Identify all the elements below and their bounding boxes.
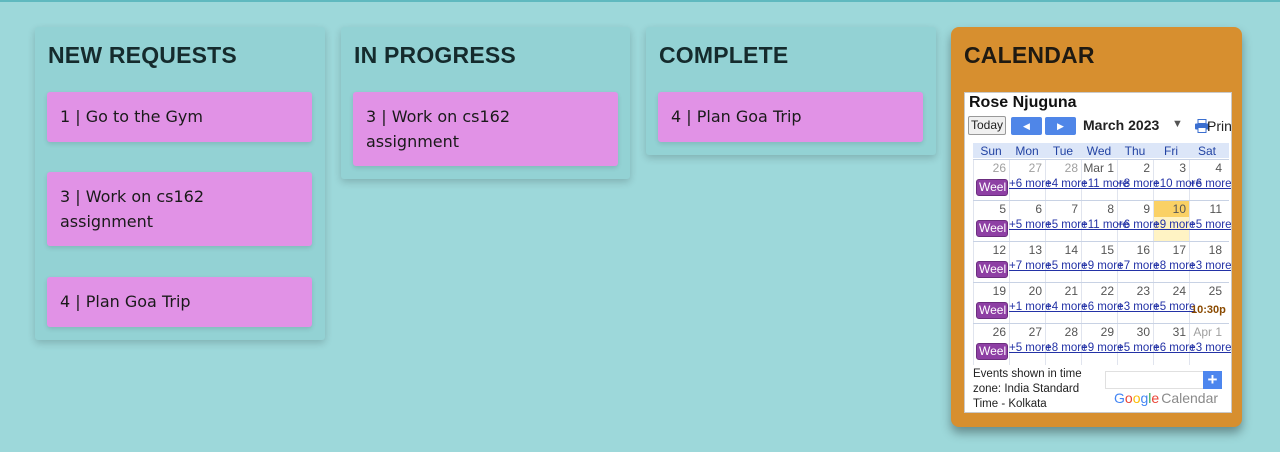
day-number: 14: [1064, 243, 1078, 257]
day-number: 8: [1107, 202, 1114, 216]
print-link[interactable]: Print: [1207, 118, 1231, 134]
weekday-label: Sun: [980, 144, 1002, 158]
top-accent-line: [0, 0, 1280, 2]
timezone-note: Events shown in time zone: India Standar…: [973, 368, 1082, 410]
day-number: 23: [1136, 284, 1150, 298]
week-event-chip[interactable]: Weel: [976, 343, 1008, 360]
calendar-panel: CALENDAR Rose Njuguna Today ◀ ▶ March 20…: [951, 27, 1242, 427]
day-number: 7: [1071, 202, 1078, 216]
google-calendar-logo[interactable]: Google Calendar: [1114, 390, 1218, 406]
week-row: 19 20 21 22 23 24 25 Weel +1 more +4 more +6 more +…: [973, 282, 1229, 324]
day-number: 5: [999, 202, 1006, 216]
week-event-chip[interactable]: Weel: [976, 179, 1008, 196]
day-number: 28: [1064, 161, 1078, 175]
wordmark-letter: o: [1124, 390, 1133, 406]
more-events-link[interactable]: +6 more: [1189, 178, 1231, 190]
day-number: Apr 1: [1193, 325, 1222, 339]
column-new-requests: NEW REQUESTS 1 | Go to the Gym 3 | Work …: [35, 27, 325, 340]
week-row: 26 27 28 29 30 31 Apr 1 Weel +5 more +8 more +9 mo…: [973, 323, 1231, 365]
task-card[interactable]: 1 | Go to the Gym: [47, 92, 312, 142]
day-number: Mar 1: [1083, 161, 1114, 175]
column-title: CALENDAR: [964, 42, 1095, 68]
day-number: 4: [1215, 161, 1222, 175]
day-number: 2: [1143, 161, 1150, 175]
more-events-link[interactable]: +3 more: [1189, 260, 1231, 272]
column-in-progress: IN PROGRESS 3 | Work on cs162 assignment: [341, 27, 630, 179]
day-number: 19: [992, 284, 1006, 298]
weekday-header: Sun Mon Tue Wed Thu Fri Sat: [973, 143, 1229, 158]
day-number: 16: [1136, 243, 1150, 257]
day-number: 27: [1028, 325, 1042, 339]
caret-down-icon[interactable]: ▼: [1172, 118, 1183, 130]
task-card[interactable]: 4 | Plan Goa Trip: [658, 92, 923, 142]
month-label: March 2023: [1083, 117, 1160, 133]
wordmark-letter: G: [1114, 390, 1125, 406]
triangle-right-icon: ▶: [1057, 121, 1064, 131]
day-number: 17: [1172, 243, 1186, 257]
weekday-label: Tue: [1052, 144, 1074, 158]
day-number: 22: [1100, 284, 1114, 298]
day-number: 11: [1209, 202, 1222, 216]
day-number: 21: [1064, 284, 1078, 298]
day-number: 18: [1208, 243, 1222, 257]
day-number: 25: [1208, 284, 1222, 298]
day-number: 3: [1179, 161, 1186, 175]
weekday-label: Thu: [1124, 144, 1146, 158]
day-number: 9: [1143, 202, 1150, 216]
task-card[interactable]: 4 | Plan Goa Trip: [47, 277, 312, 327]
week-row: 26 27 28 Mar 1 2 3 4 Weel +6 more +4 more +11 more…: [973, 159, 1231, 201]
weekday-label: Wed: [1086, 144, 1112, 158]
weekday-label: Sat: [1197, 144, 1216, 158]
triangle-left-icon: ◀: [1023, 121, 1030, 131]
day-number: 29: [1100, 325, 1114, 339]
week-row: 5 6 7 8 9 10 11 Weel +5 more +5 more +11 more +6 mo…: [973, 200, 1231, 242]
google-wordmark: Google: [1114, 390, 1159, 406]
next-month-button[interactable]: ▶: [1045, 117, 1076, 135]
day-number: 31: [1172, 325, 1186, 339]
day-number: 27: [1028, 161, 1042, 175]
day-number: 30: [1136, 325, 1150, 339]
day-number: 28: [1064, 325, 1078, 339]
more-events-link[interactable]: +3 more: [1189, 342, 1231, 354]
more-events-link[interactable]: +5 more: [1189, 219, 1231, 231]
day-number: 15: [1100, 243, 1114, 257]
calendar-wordmark: Calendar: [1161, 390, 1219, 406]
column-title: NEW REQUESTS: [48, 42, 237, 68]
day-number: 26: [992, 325, 1006, 339]
day-number: 12: [992, 243, 1006, 257]
wordmark-letter: e: [1151, 390, 1160, 406]
day-number: 20: [1028, 284, 1042, 298]
week-event-chip[interactable]: Weel: [976, 220, 1008, 237]
calendar-nav: Today ◀ ▶ March 2023 ▼ Print: [968, 116, 1231, 136]
week-row: 12 13 14 15 16 17 18 Weel +7 more +5 more +9 more +…: [973, 241, 1231, 283]
day-number: 10: [1172, 202, 1186, 216]
google-calendar-embed: Rose Njuguna Today ◀ ▶ March 2023 ▼ Prin…: [964, 92, 1232, 413]
day-number: 6: [1035, 202, 1042, 216]
weekday-label: Mon: [1015, 144, 1039, 158]
week-event-chip[interactable]: Weel: [976, 302, 1008, 319]
column-title: IN PROGRESS: [354, 42, 516, 68]
calendar-owner: Rose Njuguna: [969, 94, 1077, 111]
column-title: COMPLETE: [659, 42, 789, 68]
day-number: 13: [1028, 243, 1042, 257]
column-complete: COMPLETE 4 | Plan Goa Trip: [646, 27, 936, 155]
week-event-chip[interactable]: Weel: [976, 261, 1008, 278]
prev-month-button[interactable]: ◀: [1011, 117, 1042, 135]
day-number: 24: [1172, 284, 1186, 298]
weekday-label: Fri: [1164, 144, 1178, 158]
task-card[interactable]: 3 | Work on cs162 assignment: [353, 92, 618, 166]
more-events-link[interactable]: +5 more: [1153, 301, 1196, 313]
day-number: 26: [992, 161, 1006, 175]
add-to-google-calendar-button[interactable]: +: [1203, 371, 1222, 389]
task-card[interactable]: 3 | Work on cs162 assignment: [47, 172, 312, 246]
today-button[interactable]: Today: [968, 116, 1006, 135]
timed-event[interactable]: 10:30p: [1191, 304, 1226, 316]
